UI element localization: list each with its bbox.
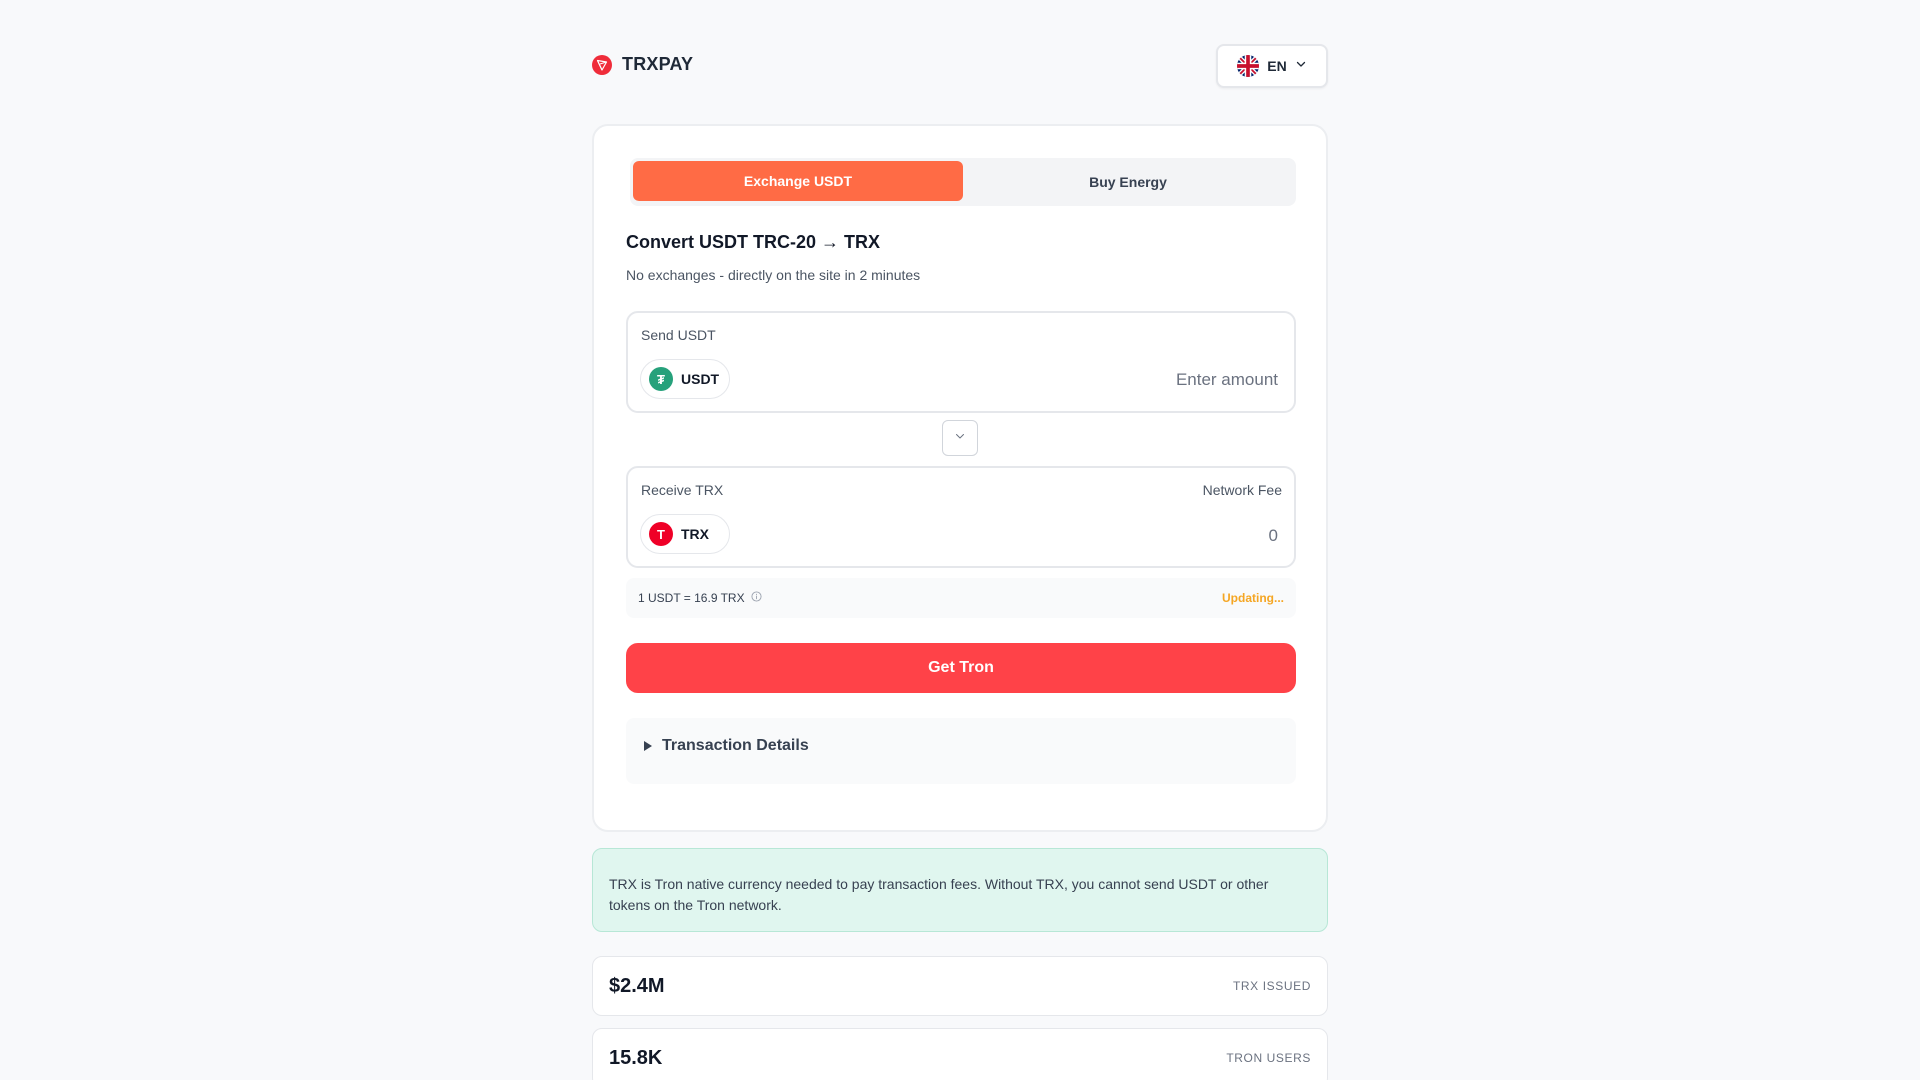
tab-buy-energy[interactable]: Buy Energy (963, 161, 1293, 203)
send-label: Send USDT (641, 327, 716, 343)
tab-exchange-usdt[interactable]: Exchange USDT (633, 161, 963, 201)
info-box: TRX is Tron native currency needed to pa… (592, 848, 1328, 932)
stat-label: TRX ISSUED (1232, 979, 1311, 993)
chevron-down-icon (1295, 57, 1307, 75)
usdt-token-icon: ₮ (649, 367, 673, 391)
info-icon[interactable] (751, 591, 762, 605)
send-amount-input[interactable] (918, 365, 1278, 395)
get-tron-button[interactable]: Get Tron (626, 643, 1296, 693)
rate-info: 1 USDT = 16.9 TRX (638, 591, 762, 605)
send-field: Send USDT ₮ USDT (626, 311, 1296, 413)
receive-token-selector[interactable]: T TRX (640, 514, 730, 554)
uk-flag-icon (1237, 55, 1260, 77)
transaction-details-toggle[interactable]: Transaction Details (626, 718, 1296, 784)
trx-token-icon: T (649, 522, 673, 546)
header: TRXPAY EN (592, 0, 1328, 132)
exchange-rate: 1 USDT = 16.9 TRX (638, 591, 745, 605)
tron-logo-icon (592, 54, 612, 75)
rate-bar: 1 USDT = 16.9 TRX Updating... (626, 578, 1296, 618)
stat-label: TRON USERS (1226, 1051, 1311, 1065)
caret-right-icon (642, 736, 654, 761)
chevron-down-icon (954, 429, 966, 447)
stat-trx-issued: $2.4M TRX ISSUED (592, 956, 1328, 1016)
swap-button[interactable] (942, 420, 978, 456)
converter-card: Exchange USDT Buy Energy Convert USDT TR… (592, 124, 1328, 832)
transaction-details-label: Transaction Details (662, 737, 809, 754)
language-code: EN (1267, 58, 1287, 74)
stat-value: 15.8K (609, 1046, 663, 1069)
receive-label: Receive TRX (641, 482, 724, 498)
send-token-name: USDT (681, 371, 720, 387)
page: TRXPAY EN Exchange USDT Buy Energy Conve… (592, 0, 1328, 1080)
stat-value: $2.4M (609, 974, 665, 997)
receive-field: Receive TRX Network Fee T TRX 0 (626, 466, 1296, 568)
converter-subtitle: No exchanges - directly on the site in 2… (626, 267, 921, 283)
receive-amount: 0 (1268, 526, 1278, 545)
mode-tabs: Exchange USDT Buy Energy (630, 158, 1296, 206)
receive-token-name: TRX (681, 526, 709, 542)
send-token-selector[interactable]: ₮ USDT (640, 359, 730, 399)
stat-tron-users: 15.8K TRON USERS (592, 1028, 1328, 1080)
converter-title: Convert USDT TRC-20 → TRX (626, 232, 881, 252)
language-selector[interactable]: EN (1216, 44, 1328, 88)
brand-name: TRXPAY (622, 54, 694, 74)
rate-status: Updating... (1222, 591, 1284, 605)
network-fee-label: Network Fee (1202, 482, 1282, 498)
brand[interactable]: TRXPAY (592, 54, 693, 75)
